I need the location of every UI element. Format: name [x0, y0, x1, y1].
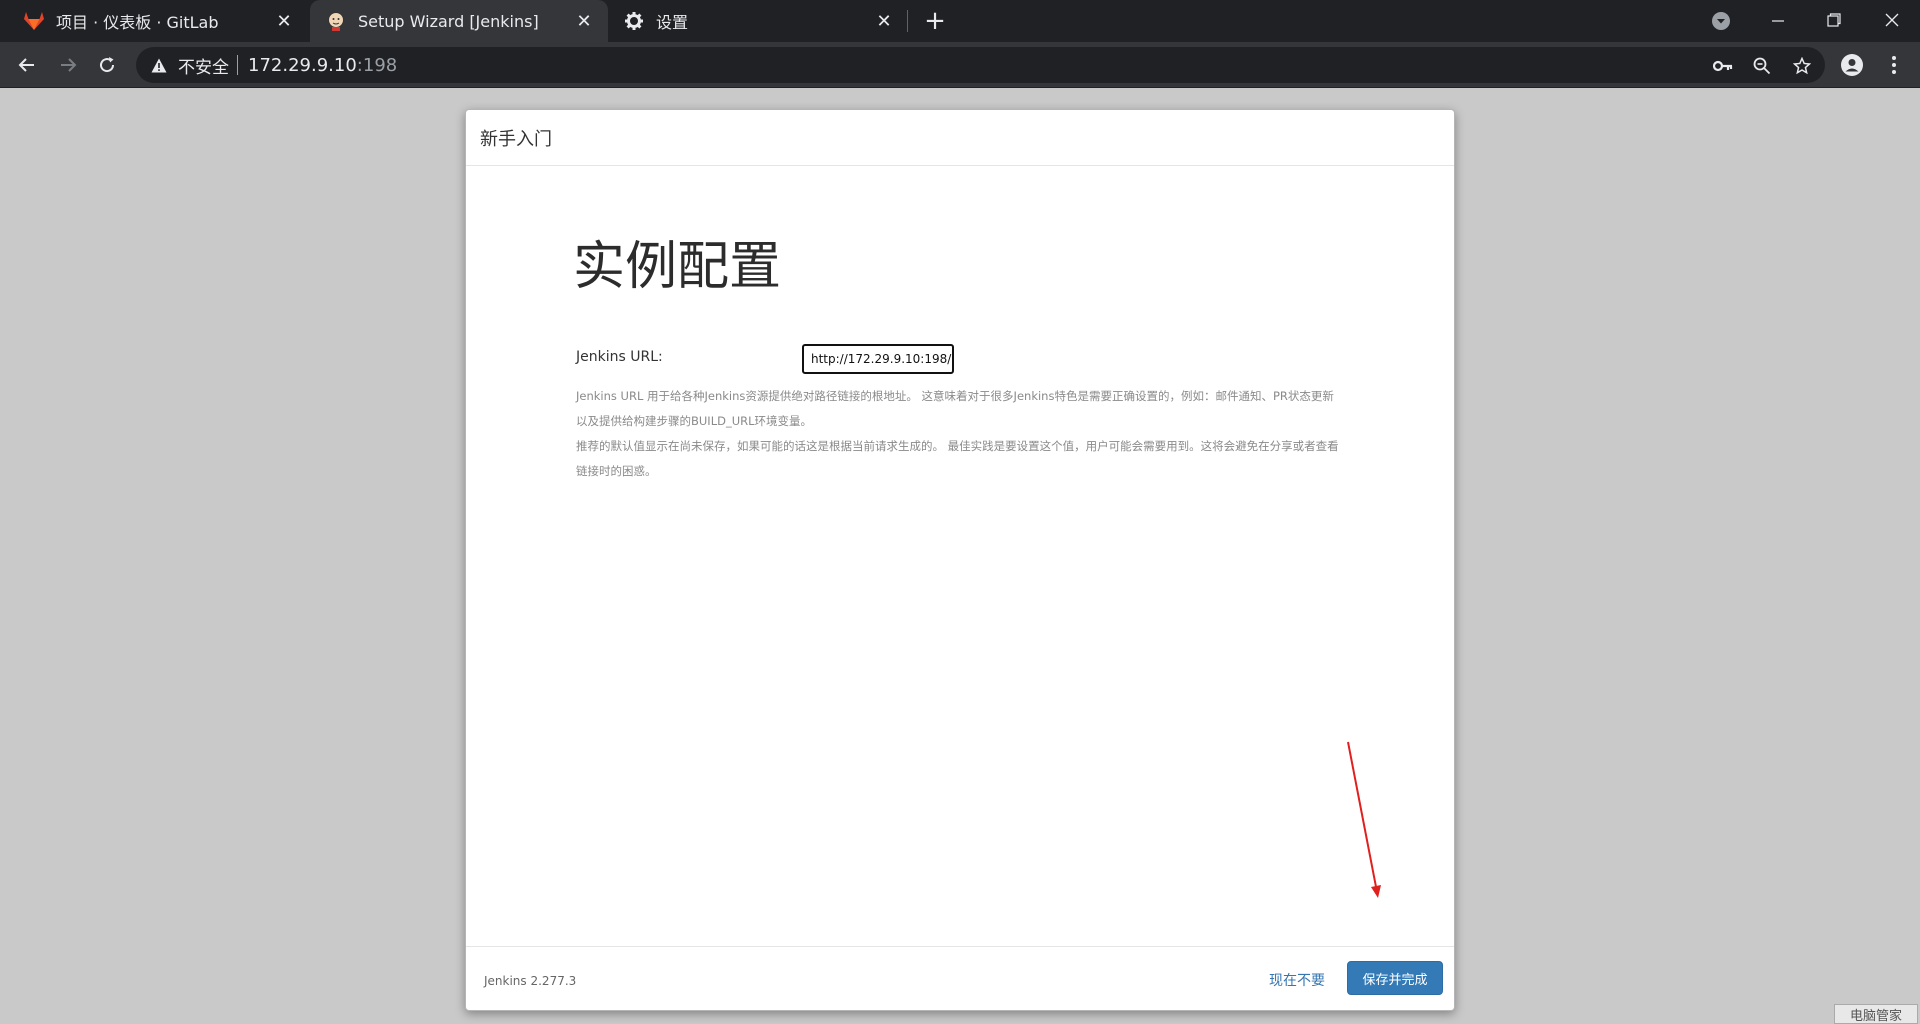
dialog-title: 新手入门: [480, 128, 552, 150]
jenkins-url-label: Jenkins URL:: [576, 349, 663, 365]
address-bar[interactable]: 不安全 172.29.9.10:198: [136, 47, 1825, 83]
help-paragraph: Jenkins URL 用于给各种Jenkins资源提供绝对路径链接的根地址。 …: [576, 389, 1334, 428]
tab-separator: [907, 10, 908, 32]
new-tab-button[interactable]: +: [920, 6, 950, 36]
security-status-text[interactable]: 不安全: [178, 53, 229, 78]
menu-icon[interactable]: [1880, 51, 1908, 79]
watermark-label: 电脑管家: [1834, 1004, 1918, 1024]
dialog-body: 实例配置 Jenkins URL: Jenkins URL 用于给各种Jenki…: [466, 166, 1454, 956]
profile-icon[interactable]: [1838, 51, 1866, 79]
back-button[interactable]: [11, 49, 43, 81]
forward-button[interactable]: [52, 49, 84, 81]
browser-toolbar: 不安全 172.29.9.10:198: [0, 42, 1920, 88]
url-port: :198: [356, 54, 398, 76]
close-window-button[interactable]: [1864, 0, 1920, 40]
annotation-arrow: [1347, 741, 1381, 898]
gear-icon: [624, 11, 644, 31]
dialog-footer: Jenkins 2.277.3 现在不要 保存并完成: [466, 946, 1454, 1010]
jenkins-url-input[interactable]: [804, 352, 952, 366]
tab-label: 设置: [656, 13, 689, 32]
warning-icon[interactable]: [150, 56, 168, 74]
tab-gitlab[interactable]: 项目 · 仪表板 · GitLab ✕: [0, 0, 308, 42]
setup-wizard-dialog: 新手入门 实例配置 Jenkins URL: Jenkins URL 用于给各种…: [465, 109, 1455, 1011]
page-title: 实例配置: [573, 237, 782, 297]
zoom-icon[interactable]: [1751, 55, 1773, 77]
key-icon[interactable]: [1712, 55, 1734, 77]
restore-button[interactable]: [1806, 0, 1862, 40]
close-icon[interactable]: ✕: [272, 9, 296, 33]
reload-button[interactable]: [91, 49, 123, 81]
tab-label: 项目 · 仪表板 · GitLab: [56, 13, 219, 32]
jenkins-icon: [326, 11, 346, 31]
tab-jenkins[interactable]: Setup Wizard [Jenkins] ✕: [310, 0, 608, 42]
close-icon[interactable]: ✕: [872, 9, 896, 33]
url-host: 172.29.9.10: [248, 54, 357, 76]
save-and-finish-button[interactable]: 保存并完成: [1347, 961, 1443, 995]
tab-search-icon[interactable]: [1709, 9, 1733, 33]
dialog-header: 新手入门: [466, 110, 1454, 166]
skip-link[interactable]: 现在不要: [1269, 970, 1325, 990]
close-icon[interactable]: ✕: [572, 9, 596, 33]
address-separator: [237, 55, 238, 75]
tab-settings[interactable]: 设置 ✕: [610, 0, 908, 42]
jenkins-url-field[interactable]: [802, 344, 954, 374]
help-text: Jenkins URL 用于给各种Jenkins资源提供绝对路径链接的根地址。 …: [576, 384, 1341, 484]
browser-tab-strip: 项目 · 仪表板 · GitLab ✕ Setup Wizard [Jenkin…: [0, 0, 1920, 42]
star-icon[interactable]: [1791, 55, 1813, 77]
minimize-button[interactable]: [1750, 0, 1806, 40]
gitlab-icon: [24, 11, 44, 31]
version-label: Jenkins 2.277.3: [484, 974, 577, 988]
help-paragraph: 推荐的默认值显示在尚未保存，如果可能的话这是根据当前请求生成的。 最佳实践是要设…: [576, 439, 1339, 478]
tab-label: Setup Wizard [Jenkins]: [358, 11, 539, 31]
